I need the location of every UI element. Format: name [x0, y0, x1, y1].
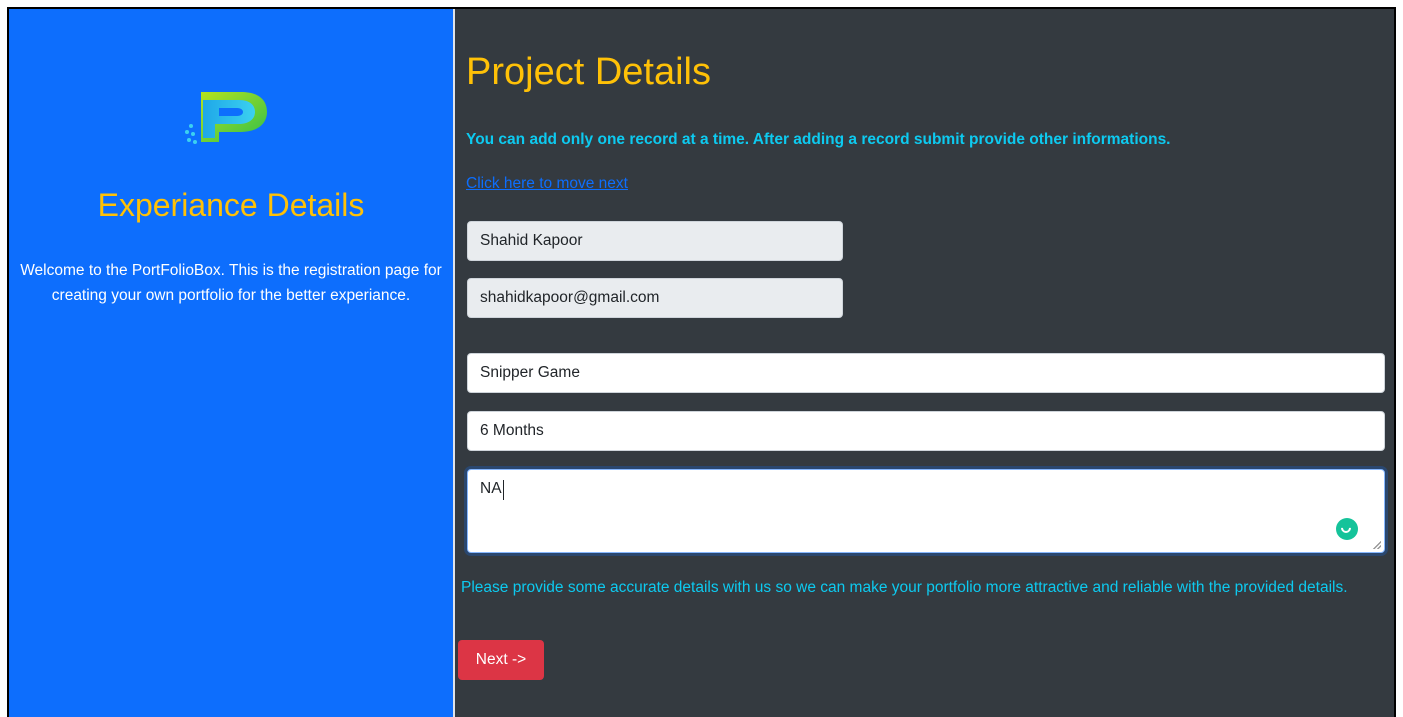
name-field[interactable]: Shahid Kapoor — [467, 221, 843, 261]
portfoliobox-logo-icon — [185, 92, 267, 144]
email-field[interactable]: shahidkapoor@gmail.com — [467, 278, 843, 318]
app-frame: Experiance Details Welcome to the PortFo… — [7, 7, 1396, 717]
move-next-link[interactable]: Click here to move next — [466, 175, 628, 193]
main-panel: Project Details You can add only one rec… — [455, 9, 1394, 717]
project-name-input[interactable]: Snipper Game — [467, 353, 1385, 393]
sidebar-title: Experiance Details — [97, 187, 365, 223]
next-button[interactable]: Next -> — [458, 640, 544, 680]
sidebar-panel: Experiance Details Welcome to the PortFo… — [9, 9, 455, 717]
page-title: Project Details — [466, 51, 711, 93]
description-textarea[interactable]: NA — [467, 469, 1385, 553]
welcome-text: Welcome to the PortFolioBox. This is the… — [20, 262, 442, 304]
duration-input[interactable]: 6 Months — [467, 411, 1385, 451]
info-text: You can add only one record at a time. A… — [466, 131, 1171, 148]
help-text: Please provide some accurate details wit… — [461, 579, 1348, 596]
grammarly-icon[interactable] — [1336, 518, 1358, 540]
resize-handle-icon[interactable] — [1373, 541, 1381, 549]
description-text: NA — [480, 480, 502, 497]
text-caret — [502, 480, 504, 500]
